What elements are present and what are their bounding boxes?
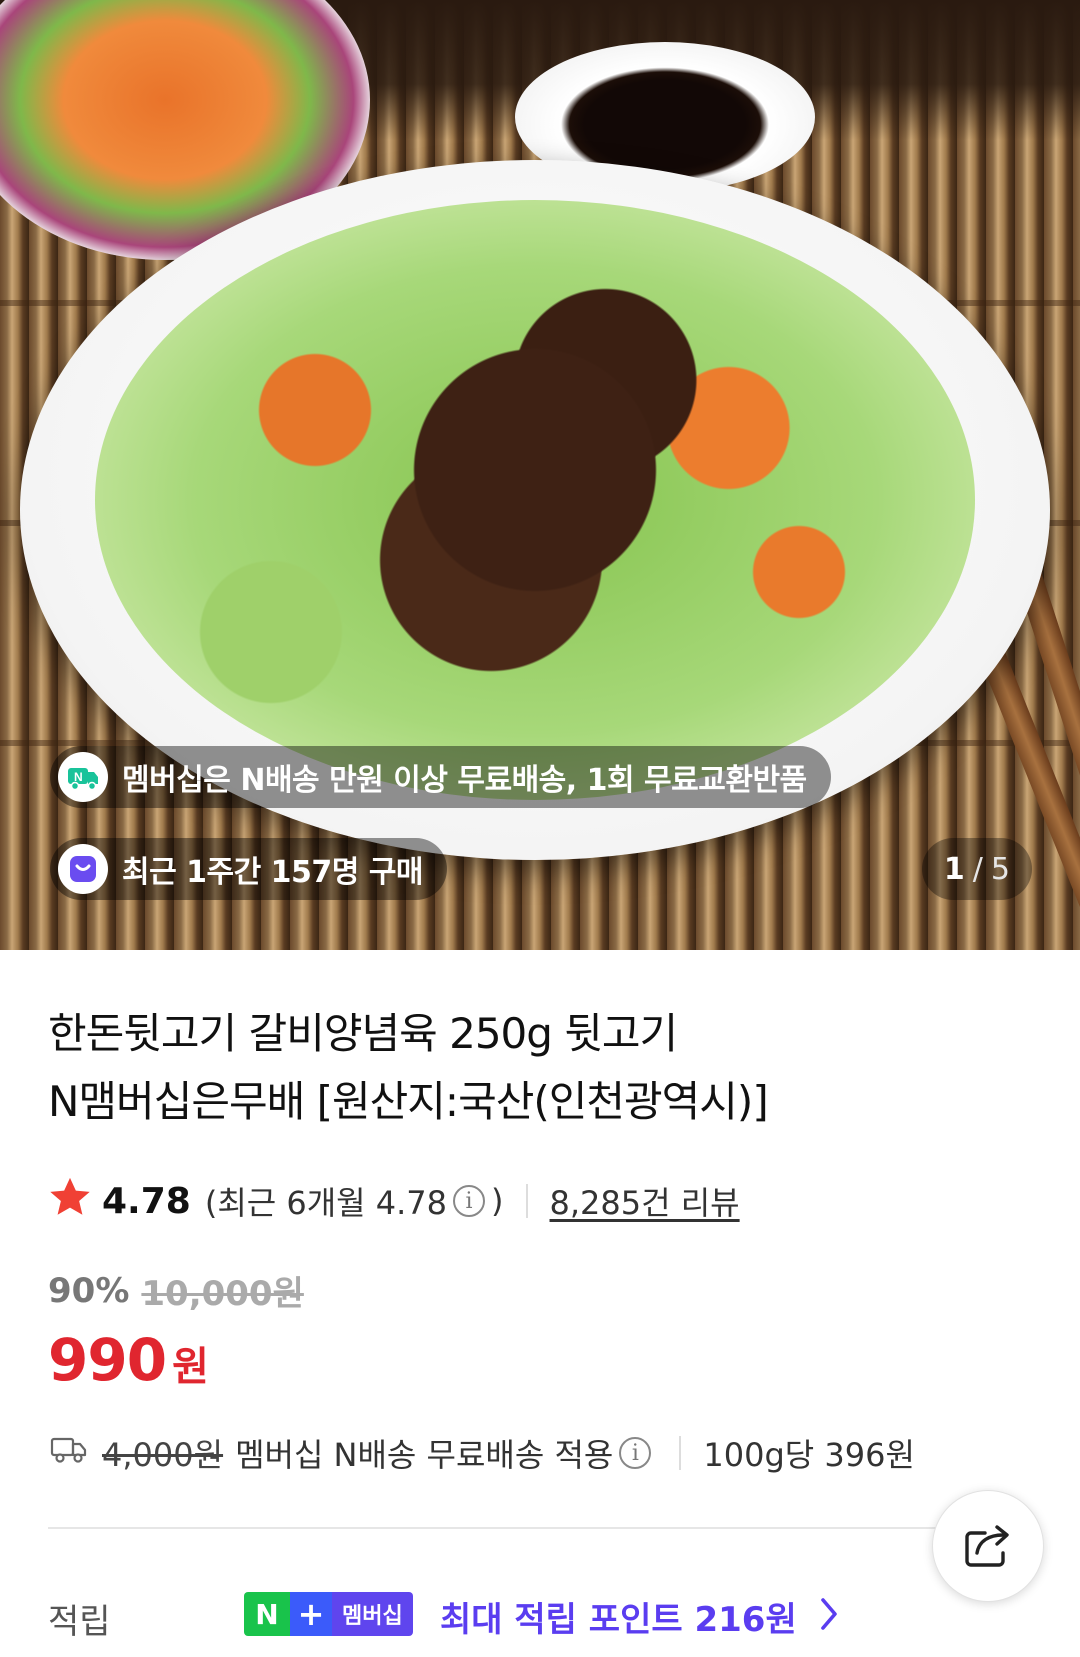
share-icon xyxy=(961,1519,1015,1573)
shipping-row: 4,000원 멤버십 N배송 무료배송 적용 i 100g당 396원 xyxy=(50,1428,915,1478)
divider-vertical xyxy=(525,1184,528,1218)
badge-plus: + xyxy=(290,1592,332,1636)
image-counter-current: 1 xyxy=(943,851,965,887)
sale-price-currency: 원 xyxy=(172,1344,209,1390)
membership-notice-pill: N 멤버십은 N배송 만원 이상 무료배송, 1회 무료교환반품 xyxy=(50,746,831,808)
svg-text:N: N xyxy=(74,770,83,784)
points-row[interactable]: 적립 N + 멤버십 최대 적립 포인트 216원 xyxy=(48,1586,1048,1642)
product-title-line1: 한돈뒷고기 갈비양념육 250g 뒷고기 xyxy=(48,1009,678,1058)
rating-score: 4.78 xyxy=(102,1180,191,1222)
truck-icon xyxy=(50,1434,88,1472)
recent-purchases-text: 최근 1주간 157명 구매 xyxy=(122,855,424,890)
beef-salad xyxy=(95,200,975,800)
max-points-text[interactable]: 최대 적립 포인트 216원 xyxy=(440,1592,797,1641)
discount-rate: 90% xyxy=(48,1270,130,1311)
purchase-bag-icon xyxy=(58,844,108,894)
info-icon[interactable]: i xyxy=(453,1185,486,1217)
badge-n: N xyxy=(244,1592,290,1636)
divider-vertical xyxy=(679,1436,682,1470)
section-divider xyxy=(48,1527,948,1529)
info-icon[interactable]: i xyxy=(619,1437,652,1469)
shipping-fee: 4,000원 xyxy=(102,1436,224,1474)
membership-notice-text: 멤버십은 N배송 만원 이상 무료배송, 1회 무료교환반품 xyxy=(122,763,807,798)
product-image-carousel[interactable]: N 멤버십은 N배송 만원 이상 무료배송, 1회 무료교환반품 최근 1주간 … xyxy=(0,0,1080,950)
original-price: 10,000원 xyxy=(141,1274,304,1314)
badge-membership: 멤버십 xyxy=(332,1592,413,1636)
image-counter-total: 5 xyxy=(990,851,1010,887)
image-counter: 1 / 5 xyxy=(921,838,1032,900)
discount-row: 90% 10,000원 xyxy=(48,1266,304,1315)
sale-price-row: 990 원 xyxy=(48,1326,209,1394)
review-count-link[interactable]: 8,285건 리뷰 xyxy=(550,1178,740,1224)
points-label: 적립 xyxy=(48,1602,111,1642)
delivery-badge-icon: N xyxy=(58,752,108,802)
product-title: 한돈뒷고기 갈비양념육 250g 뒷고기 N맴버십은무배 [원산지:국산(인천광… xyxy=(48,1000,1008,1136)
recent-purchases-pill: 최근 1주간 157명 구매 xyxy=(50,838,448,900)
shipping-note: 멤버십 N배송 무료배송 적용 xyxy=(235,1436,614,1474)
product-title-line2: N맴버십은무배 [원산지:국산(인천광역시)] xyxy=(48,1077,769,1126)
image-counter-separator: / xyxy=(972,851,983,887)
rating-row: 4.78 (최근 6개월 4.78 i ) 8,285건 리뷰 xyxy=(48,1176,740,1226)
rating-recent-text: (최근 6개월 4.78 xyxy=(204,1184,448,1222)
membership-badge: N + 멤버십 xyxy=(244,1592,413,1636)
sale-price: 990 xyxy=(48,1326,167,1394)
unit-price: 100g당 396원 xyxy=(703,1436,915,1474)
star-icon xyxy=(48,1176,92,1226)
chevron-right-icon[interactable] xyxy=(818,1596,840,1636)
rating-recent-close: ) xyxy=(491,1182,504,1220)
